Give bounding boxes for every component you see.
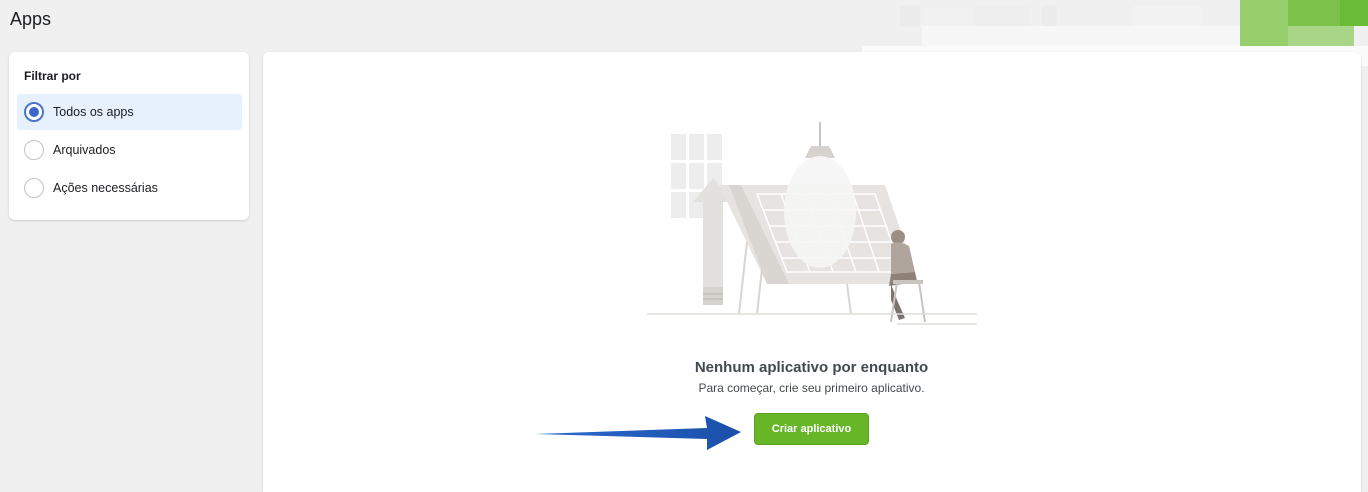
filter-option-label: Todos os apps <box>53 105 134 119</box>
radio-selected-icon[interactable] <box>24 102 44 122</box>
filter-option-label: Ações necessárias <box>53 181 158 195</box>
create-app-button[interactable]: Criar aplicativo <box>754 413 869 445</box>
empty-state-title: Nenhum aplicativo por enquanto <box>694 359 929 376</box>
empty-state-illustration <box>647 122 977 325</box>
filter-option-label: Arquivados <box>53 143 116 157</box>
filter-option-arquivados[interactable]: Arquivados <box>17 132 242 168</box>
radio-unselected-icon[interactable] <box>24 178 44 198</box>
filter-title: Filtrar por <box>24 69 81 83</box>
filter-panel: Filtrar por Todos os apps Arquivados Açõ… <box>9 52 249 220</box>
radio-unselected-icon[interactable] <box>24 140 44 160</box>
page-title: Apps <box>10 9 52 29</box>
empty-state-subtitle: Para começar, crie seu primeiro aplicati… <box>698 381 925 395</box>
filter-option-todos-os-apps[interactable]: Todos os apps <box>17 94 242 130</box>
apps-main-panel: Nenhum aplicativo por enquanto Para come… <box>263 52 1361 492</box>
blue-arrow-icon <box>535 416 741 450</box>
filter-option-acoes-necessarias[interactable]: Ações necessárias <box>17 170 242 206</box>
